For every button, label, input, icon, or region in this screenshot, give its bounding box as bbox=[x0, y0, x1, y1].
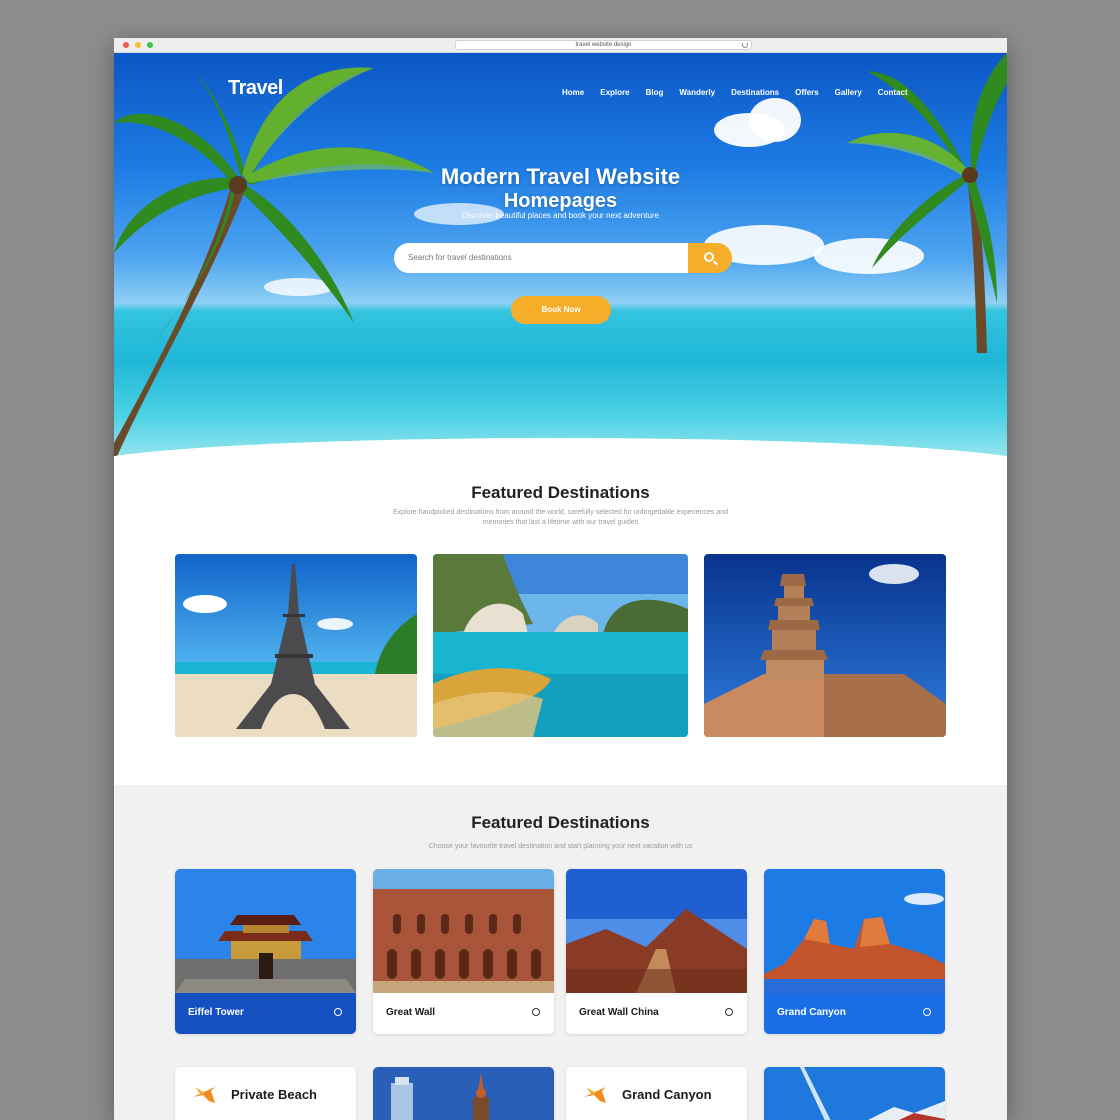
destination-card[interactable]: Grand Canyon bbox=[566, 1067, 747, 1120]
destination-photo-eiffel-beach[interactable] bbox=[175, 554, 417, 737]
search-button[interactable] bbox=[688, 243, 732, 273]
address-bar[interactable]: travel website design bbox=[455, 40, 752, 50]
destination-card-title: Great Wall bbox=[386, 1007, 436, 1018]
destination-card[interactable]: Eiffel Tower bbox=[175, 869, 356, 1034]
hero-title: Modern Travel Website bbox=[440, 164, 681, 189]
nav-item-offers[interactable]: Offers bbox=[787, 88, 827, 97]
close-window-button[interactable] bbox=[123, 42, 129, 48]
cloud-image bbox=[749, 98, 801, 142]
browser-toolbar: travel website design bbox=[114, 38, 1007, 53]
destination-card-image bbox=[764, 869, 945, 993]
brand-logo[interactable]: Travel bbox=[228, 77, 283, 100]
book-now-button[interactable]: Book Now bbox=[511, 296, 611, 324]
section-title: Featured Destinations bbox=[471, 483, 650, 502]
destination-card-title: Great Wall China bbox=[579, 1007, 659, 1018]
airplane-icon bbox=[584, 1087, 606, 1103]
nav-item-blog[interactable]: Blog bbox=[638, 88, 672, 97]
nav-item-home[interactable]: Home bbox=[554, 88, 592, 97]
destination-card-footer: Eiffel Tower bbox=[175, 993, 356, 1034]
destination-card[interactable]: Private Beach bbox=[175, 1067, 356, 1120]
destination-card[interactable]: Great Wall China bbox=[566, 869, 747, 1034]
search-icon[interactable] bbox=[923, 1008, 931, 1016]
destination-photo-pyramid[interactable] bbox=[704, 554, 946, 737]
main-navigation: Home Explore Blog Wanderly Destinations … bbox=[554, 88, 916, 97]
destination-card[interactable]: Great Wall bbox=[373, 869, 554, 1034]
reload-icon[interactable] bbox=[742, 42, 748, 48]
destination-card-image[interactable] bbox=[373, 1067, 554, 1120]
nav-item-contact[interactable]: Contact bbox=[870, 88, 916, 97]
search-icon[interactable] bbox=[532, 1008, 540, 1016]
nav-item-wanderly[interactable]: Wanderly bbox=[671, 88, 723, 97]
section-description: Explore handpicked destinations from aro… bbox=[392, 509, 729, 526]
search-icon[interactable] bbox=[725, 1008, 733, 1016]
nav-item-destinations[interactable]: Destinations bbox=[723, 88, 787, 97]
featured-destinations-grid-section: Featured Destinations Choose your favour… bbox=[114, 785, 1007, 1120]
nav-item-explore[interactable]: Explore bbox=[592, 88, 637, 97]
browser-window: travel website design Travel Home Explor… bbox=[114, 38, 1007, 1120]
hero-subtitle: Discover beautiful places and book your … bbox=[461, 211, 659, 220]
hero-title-line2: Homepages bbox=[503, 190, 618, 212]
palm-tree-left-image bbox=[114, 53, 434, 463]
search-icon bbox=[704, 252, 714, 262]
destination-card-image[interactable] bbox=[764, 1067, 945, 1120]
destination-card-title: Private Beach bbox=[231, 1087, 317, 1102]
hero-section: Travel Home Explore Blog Wanderly Destin… bbox=[114, 53, 1007, 463]
destination-card[interactable]: Grand Canyon bbox=[764, 869, 945, 1034]
address-bar-url: travel website design bbox=[575, 42, 632, 48]
featured-destinations-section: Featured Destinations Explore handpicked… bbox=[114, 463, 1007, 785]
destination-card-image bbox=[373, 869, 554, 993]
minimize-window-button[interactable] bbox=[135, 42, 141, 48]
destination-card-title: Grand Canyon bbox=[777, 1007, 846, 1018]
destination-search-input[interactable] bbox=[394, 243, 690, 273]
destination-card-footer: Great Wall China bbox=[566, 993, 747, 1034]
destination-card-title: Grand Canyon bbox=[622, 1087, 712, 1102]
maximize-window-button[interactable] bbox=[147, 42, 153, 48]
destination-card-footer: Grand Canyon bbox=[764, 993, 945, 1034]
destination-card-footer: Great Wall bbox=[373, 993, 554, 1034]
search-icon[interactable] bbox=[334, 1008, 342, 1016]
airplane-icon bbox=[193, 1087, 215, 1103]
nav-item-gallery[interactable]: Gallery bbox=[827, 88, 870, 97]
destination-card-image bbox=[175, 869, 356, 993]
section-title: Featured Destinations bbox=[471, 813, 650, 832]
destination-photo-lagoon[interactable] bbox=[433, 554, 688, 737]
destination-card-image bbox=[566, 869, 747, 993]
section-description: Choose your favourite travel destination… bbox=[428, 843, 693, 850]
destination-card-title: Eiffel Tower bbox=[188, 1007, 244, 1018]
